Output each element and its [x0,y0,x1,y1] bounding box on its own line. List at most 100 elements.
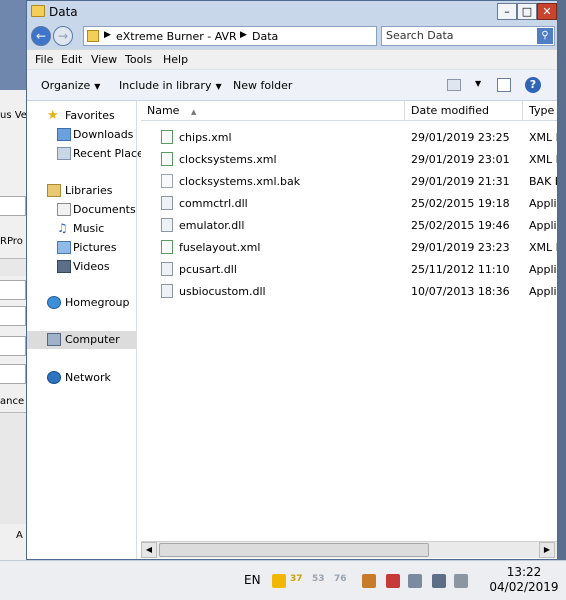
horizontal-scrollbar[interactable]: ◀ ▶ [141,541,557,558]
file-row[interactable]: usbiocustom.dll 10/07/2013 18:36 Applic [141,280,557,302]
background-field[interactable] [0,280,26,300]
menu-edit[interactable]: Edit [61,53,82,66]
file-type: XML D [529,241,557,254]
search-input[interactable]: Search Data ⚲ [381,26,555,46]
xml-file-icon [161,130,173,144]
folder-icon [31,5,45,17]
volume-muted-icon[interactable] [454,574,468,588]
warning-icon[interactable] [272,574,286,588]
nav-favorites[interactable]: ★ Favorites [27,107,137,125]
tray-counter[interactable]: 76 [334,574,348,588]
device-icon[interactable] [408,574,422,588]
file-name: pcusart.dll [179,263,237,276]
file-date: 29/01/2019 23:25 [411,131,510,144]
file-row[interactable]: commctrl.dll 25/02/2015 19:18 Applic [141,192,557,214]
menu-tools[interactable]: Tools [125,53,152,66]
file-row[interactable]: fuselayout.xml 29/01/2019 23:23 XML D [141,236,557,258]
file-row[interactable]: emulator.dll 25/02/2015 19:46 Applic [141,214,557,236]
nav-label: Pictures [73,241,117,254]
recent-places-icon [57,147,71,160]
menu-view[interactable]: View [91,53,117,66]
organize-button[interactable]: Organize ▼ [41,79,100,92]
security-alert-icon[interactable] [386,574,400,588]
file-row[interactable]: chips.xml 29/01/2019 23:25 XML D [141,126,557,148]
file-name: commctrl.dll [179,197,248,210]
nav-libraries[interactable]: Libraries [27,182,137,200]
music-icon: ♫ [57,221,68,235]
network-icon [47,371,61,384]
breadcrumb-item[interactable]: Data [252,30,278,43]
file-date: 29/01/2019 23:23 [411,241,510,254]
file-row[interactable]: pcusart.dll 25/11/2012 11:10 Applic [141,258,557,280]
xml-file-icon [161,152,173,166]
menu-help[interactable]: Help [163,53,188,66]
file-type: Applic [529,285,557,298]
background-label: us Ve [0,110,27,121]
tray-counter[interactable]: 37 [290,574,304,588]
file-name: clocksystems.xml [179,153,277,166]
nav-videos[interactable]: Videos [27,258,137,276]
nav-music[interactable]: ♫ Music [27,220,137,238]
language-indicator[interactable]: EN [244,573,261,587]
file-name: chips.xml [179,131,232,144]
nav-homegroup[interactable]: Homegroup [27,294,137,312]
background-field[interactable] [0,196,26,216]
column-header-date-modified[interactable]: Date modified [405,101,523,121]
battery-icon[interactable] [362,574,376,588]
documents-icon [57,203,71,216]
nav-label: Computer [65,333,120,346]
videos-icon [57,260,71,273]
nav-label: Documents [73,203,136,216]
clock-date: 04/02/2019 [489,580,559,594]
chevron-right-icon[interactable]: ▶ [240,30,247,40]
background-field[interactable] [0,306,26,326]
address-row: ← → ▶ eXtreme Burner - AVR ▶ Data ⇄ Sear… [27,23,557,49]
title-bar[interactable]: Data – □ ✕ [27,1,557,23]
file-type: BAK F [529,175,557,188]
chevron-down-icon[interactable]: ▼ [475,79,481,88]
menu-file[interactable]: File [35,53,53,66]
file-date: 25/02/2015 19:18 [411,197,510,210]
nav-network[interactable]: Network [27,369,137,387]
minimize-button[interactable]: – [497,3,517,20]
column-header-type[interactable]: Type [523,101,557,121]
column-header-name[interactable]: Name ▲ [141,101,405,121]
scroll-left-button[interactable]: ◀ [141,542,157,558]
search-icon[interactable]: ⚲ [537,28,553,44]
network-signal-icon[interactable] [432,574,446,588]
help-icon[interactable]: ? [525,77,541,93]
include-in-library-button[interactable]: Include in library ▼ [119,79,222,92]
back-button[interactable]: ← [31,26,51,46]
new-folder-button[interactable]: New folder [233,79,292,92]
chevron-right-icon[interactable]: ▶ [104,30,111,40]
background-field[interactable] [0,364,26,384]
address-bar[interactable]: ▶ eXtreme Burner - AVR ▶ Data ⇄ [83,26,432,46]
dll-file-icon [161,262,173,276]
views-icon[interactable] [447,79,461,91]
include-in-library-label: Include in library [119,79,212,92]
scroll-right-button[interactable]: ▶ [539,542,555,558]
file-type: Applic [529,263,557,276]
nav-label: Recent Places [73,147,150,160]
nav-recent-places[interactable]: Recent Places [27,145,150,163]
background-label: ance [0,396,25,407]
dll-file-icon [161,196,173,210]
maximize-button[interactable]: □ [517,3,537,20]
nav-downloads[interactable]: Downloads [27,126,137,144]
tray-counter[interactable]: 53 [312,574,326,588]
nav-computer[interactable]: Computer [27,331,137,349]
file-date: 29/01/2019 23:01 [411,153,510,166]
scrollbar-thumb[interactable] [159,543,429,557]
file-row[interactable]: clocksystems.xml.bak 29/01/2019 21:31 BA… [141,170,557,192]
taskbar: EN 37 53 76 13:22 04/02/2019 [0,560,566,600]
forward-button[interactable]: → [53,26,73,46]
system-clock[interactable]: 13:22 04/02/2019 [482,565,566,595]
file-row[interactable]: clocksystems.xml 29/01/2019 23:01 XML D [141,148,557,170]
file-type: XML D [529,153,557,166]
background-field[interactable] [0,336,26,356]
nav-documents[interactable]: Documents [27,201,137,219]
preview-pane-icon[interactable] [497,78,511,92]
nav-pictures[interactable]: Pictures [27,239,137,257]
breadcrumb-item[interactable]: eXtreme Burner - AVR [116,30,237,43]
close-button[interactable]: ✕ [537,3,557,20]
